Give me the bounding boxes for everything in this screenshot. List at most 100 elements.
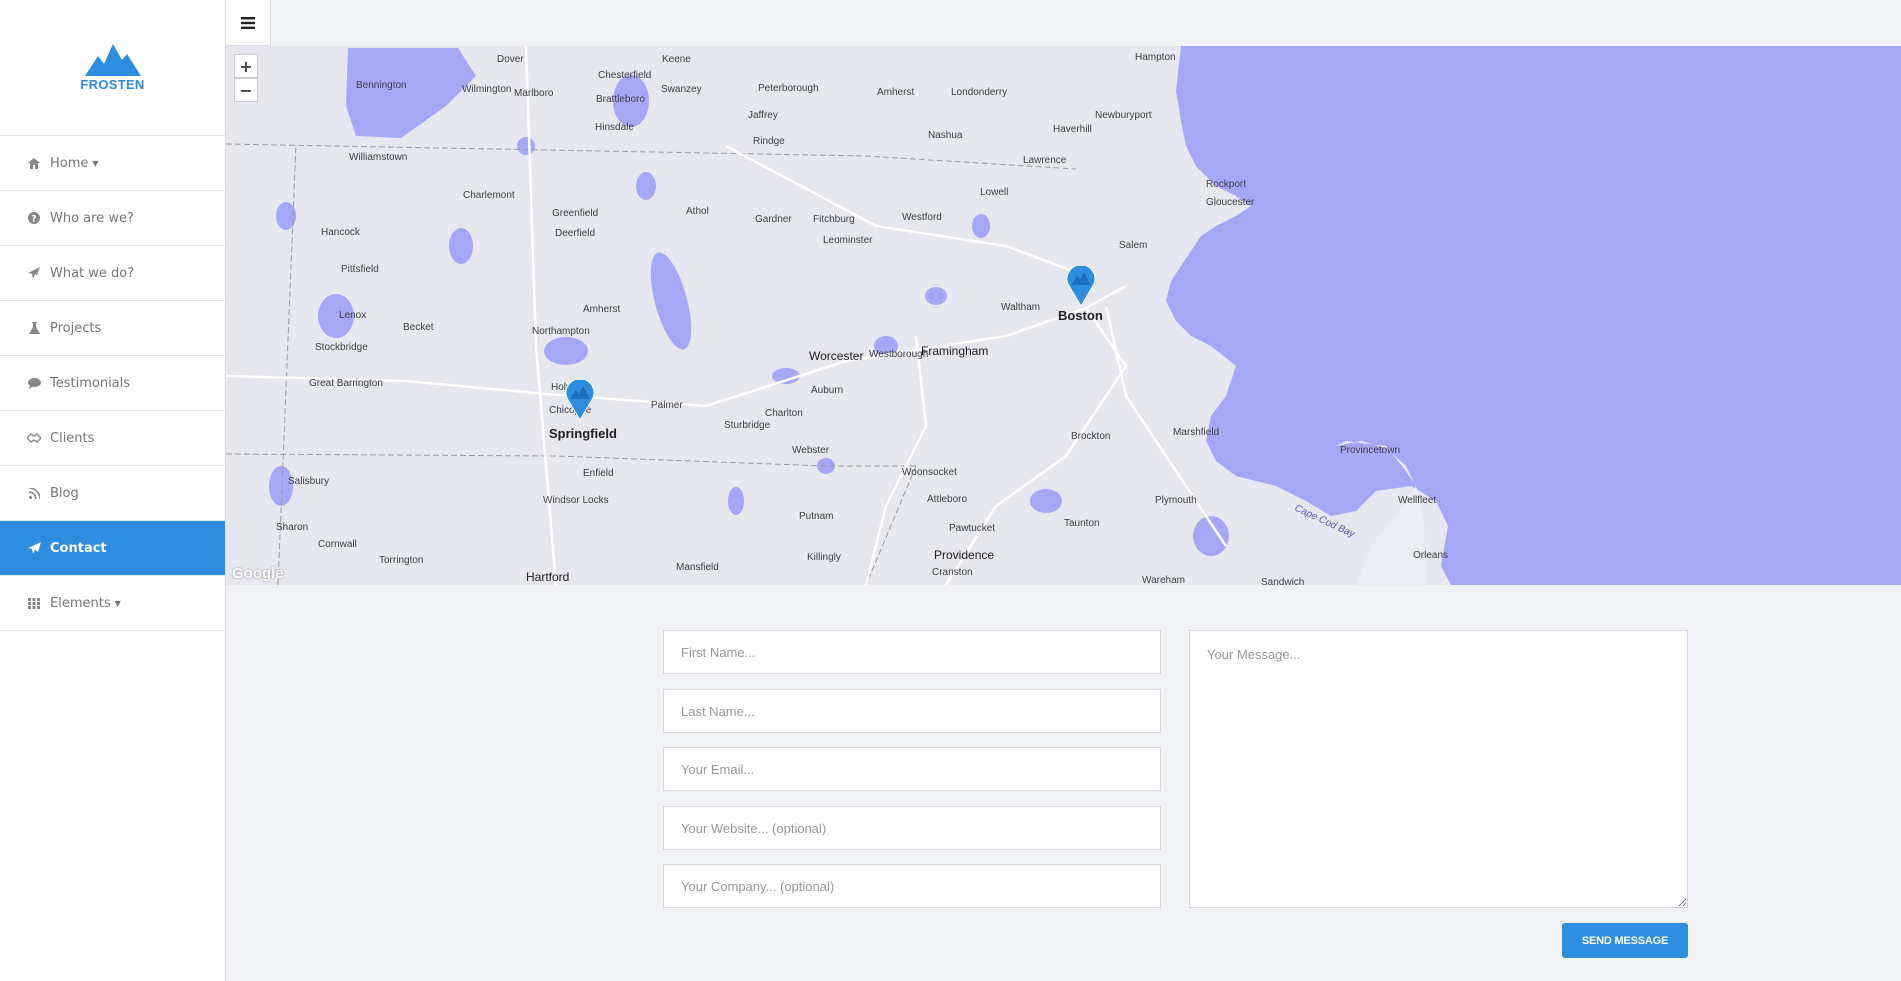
map-place-label: Putnam	[799, 511, 834, 522]
map-place-label: Auburn	[811, 385, 844, 396]
nav-item-label: Who are we?	[50, 210, 134, 226]
map-place-label: Cornwall	[318, 539, 357, 550]
map-place-label: Sandwich	[1261, 577, 1305, 585]
map-place-label: Wilmington	[462, 84, 512, 95]
nav-item-elements[interactable]: Elements ▼	[0, 576, 225, 631]
nav-item-label: Testimonials	[50, 375, 131, 391]
map-place-label: Framingham	[921, 344, 989, 358]
map-place-label: Sturbridge	[724, 420, 771, 431]
map-place-label: Webster	[792, 445, 830, 456]
map-place-label: Fitchburg	[813, 214, 855, 225]
question-circle-icon: ?	[27, 211, 41, 225]
comment-icon	[27, 376, 41, 390]
map-place-label: Deerfield	[555, 228, 596, 239]
map-place-label: Hartford	[526, 570, 570, 584]
map-place-label: Jaffrey	[748, 110, 778, 121]
nav-item-what-we-do[interactable]: What we do?	[0, 246, 225, 301]
map-place-label: Swanzey	[661, 84, 702, 95]
nav-item-home[interactable]: Home ▼	[0, 136, 225, 191]
email-field[interactable]	[663, 747, 1161, 791]
map-place-label: Amherst	[877, 87, 915, 98]
map-place-label: Bennington	[356, 80, 407, 91]
grid-icon	[27, 596, 41, 610]
message-field[interactable]	[1189, 630, 1688, 908]
map-place-label: Greenfield	[552, 208, 599, 219]
last-name-field[interactable]	[663, 689, 1161, 733]
website-field[interactable]	[663, 806, 1161, 850]
map-place-label: Athol	[686, 206, 709, 217]
zoom-out-button[interactable]: −	[234, 78, 258, 102]
map-place-label: Woonsocket	[902, 467, 957, 478]
nav-item-testimonials[interactable]: Testimonials	[0, 356, 225, 411]
caret-down-icon: ▼	[92, 158, 99, 168]
map-place-label: Hancock	[321, 227, 360, 238]
map-place-label: Pawtucket	[949, 523, 996, 534]
send-message-button[interactable]: SEND MESSAGE	[1562, 923, 1688, 958]
first-name-field[interactable]	[663, 630, 1161, 674]
hamburger-icon	[241, 16, 255, 29]
nav-item-label: Home	[50, 155, 89, 171]
flask-icon	[27, 321, 41, 335]
map-place-label: Providence	[934, 548, 995, 562]
map-place-label: Charlton	[765, 408, 803, 419]
svg-text:?: ?	[31, 215, 36, 225]
map-place-label: Great Barrington	[309, 378, 383, 389]
map-place-label: Lawrence	[1023, 155, 1067, 166]
nav-item-blog[interactable]: Blog	[0, 466, 225, 521]
sidebar: FROSTEN Home ▼ ? Who are we? What we do?…	[0, 0, 226, 981]
nav-item-clients[interactable]: Clients	[0, 411, 225, 466]
map-place-label: Windsor Locks	[543, 495, 609, 506]
map-place-label: Hampton	[1135, 52, 1176, 63]
map-place-label: Waltham	[1001, 302, 1041, 313]
nav-item-label: Contact	[50, 540, 107, 556]
map-place-label: Killingly	[807, 552, 841, 563]
handshake-icon	[27, 431, 41, 445]
map-place-label: Rindge	[753, 136, 785, 147]
nav-item-who-are-we[interactable]: ? Who are we?	[0, 191, 225, 246]
menu-toggle-button[interactable]	[226, 0, 271, 46]
nav-item-label: Elements	[50, 595, 111, 611]
map-place-label: Pittsfield	[341, 264, 379, 275]
map-marker-boston-icon[interactable]	[1065, 266, 1097, 306]
map-place-label: Plymouth	[1155, 495, 1197, 506]
rss-icon	[27, 486, 41, 500]
nav-item-label: Clients	[50, 430, 95, 446]
map-place-label: Lowell	[980, 187, 1009, 198]
mountain-logo-icon	[84, 43, 141, 76]
map-place-label: Keene	[662, 54, 691, 65]
map-place-label: Palmer	[651, 400, 683, 411]
map-place-label: Attleboro	[927, 494, 968, 505]
nav-item-contact[interactable]: Contact	[0, 521, 225, 576]
map-place-label: Haverhill	[1053, 124, 1092, 135]
map-place-label: Orleans	[1413, 550, 1449, 561]
nav-item-label: Blog	[50, 485, 79, 501]
map-place-label: Wellfleet	[1398, 495, 1437, 506]
zoom-in-button[interactable]: +	[234, 54, 258, 78]
google-attribution[interactable]: Google	[232, 565, 284, 582]
map-place-label: Lenox	[339, 310, 367, 321]
map-place-label: Amherst	[583, 304, 621, 315]
map-place-label: Provincetown	[1340, 445, 1401, 456]
map-place-label: Cranston	[932, 567, 973, 578]
map-place-label: Enfield	[583, 468, 614, 479]
map-place-label: Peterborough	[758, 83, 819, 94]
nav-item-label: Projects	[50, 320, 102, 336]
map[interactable]: + − Dover Keene Hampton Bennington Chesterfi…	[226, 46, 1901, 585]
map-place-label: Westford	[902, 212, 942, 223]
map-place-label: Williamstown	[349, 152, 408, 163]
map-place-label: Londonderry	[951, 87, 1008, 98]
map-marker-springfield-icon[interactable]	[564, 380, 596, 420]
map-place-label: Hinsdale	[595, 122, 634, 133]
rocket-icon	[27, 266, 41, 280]
map-place-label: Dover	[497, 54, 524, 65]
nav-item-projects[interactable]: Projects	[0, 301, 225, 356]
map-place-label: Torrington	[379, 555, 424, 566]
map-place-label: Rockport	[1206, 179, 1247, 190]
map-place-label: Salisbury	[288, 476, 330, 487]
map-place-label: Marlboro	[514, 88, 554, 99]
map-place-label: Gloucester	[1206, 197, 1255, 208]
company-field[interactable]	[663, 864, 1161, 908]
brand-name: FROSTEN	[80, 76, 145, 92]
logo[interactable]: FROSTEN	[0, 0, 225, 136]
top-bar	[226, 0, 1901, 46]
